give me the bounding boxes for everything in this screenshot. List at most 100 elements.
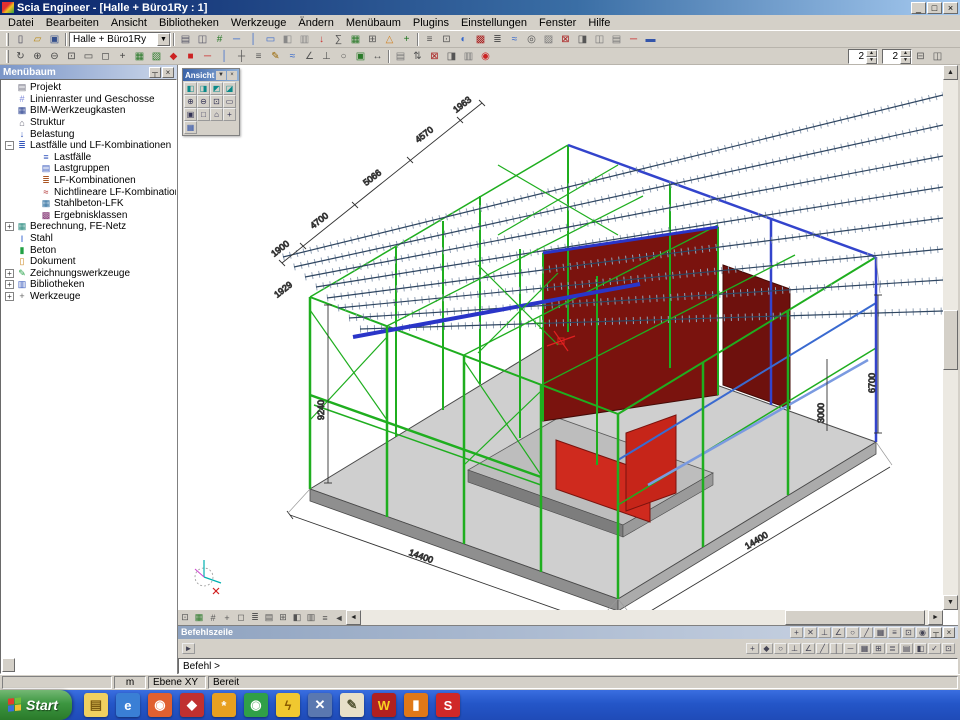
- selection-icon[interactable]: ⊡: [438, 32, 455, 47]
- perp-icon[interactable]: ⊥: [318, 49, 335, 64]
- media-player-icon[interactable]: ◆: [180, 693, 204, 717]
- layer-toggle-icon[interactable]: ▤: [262, 611, 276, 624]
- menu-item[interactable]: Werkzeuge: [225, 16, 292, 30]
- line-red-icon[interactable]: ─: [199, 49, 216, 64]
- scroll-left-icon[interactable]: ◄: [332, 611, 346, 624]
- command-input[interactable]: [178, 658, 958, 674]
- tree-item[interactable]: ▦ Stahlbeton-LFK: [2, 198, 176, 210]
- pin-icon[interactable]: ┬: [930, 627, 942, 638]
- pan-icon[interactable]: +: [114, 49, 131, 64]
- energy-icon[interactable]: ϟ: [276, 693, 300, 717]
- tree-item[interactable]: # Linienraster und Geschosse: [2, 94, 176, 106]
- maximize-button[interactable]: □: [927, 2, 942, 14]
- line-blue-icon[interactable]: │: [216, 49, 233, 64]
- spinner-arrows-icon[interactable]: ▲▼: [866, 50, 877, 63]
- view-axo-icon[interactable]: ◪: [223, 82, 236, 95]
- view-front-icon[interactable]: ◨: [197, 82, 210, 95]
- save-icon[interactable]: ▣: [46, 32, 63, 47]
- scia-engineer-icon[interactable]: S: [436, 693, 460, 717]
- filled-icon[interactable]: ▣: [352, 49, 369, 64]
- tree-item[interactable]: ▯ Dokument: [2, 256, 176, 268]
- clip-icon[interactable]: ⊠: [557, 32, 574, 47]
- menu-item[interactable]: Fenster: [533, 16, 582, 30]
- tree-item[interactable]: ↓ Belastung: [2, 128, 176, 140]
- spinner-arrows-icon[interactable]: ▲▼: [900, 50, 911, 63]
- snap-lines-icon[interactable]: ≡: [888, 627, 901, 638]
- menu-item[interactable]: Bearbeiten: [40, 16, 105, 30]
- beam-icon[interactable]: ─: [228, 32, 245, 47]
- collapse-icon[interactable]: ⊟: [912, 49, 929, 64]
- tree-item[interactable]: ▩ Ergebnisklassen: [2, 210, 176, 222]
- tree-item[interactable]: ≣ LF-Kombinationen: [2, 175, 176, 187]
- coord-angle-icon[interactable]: ∠: [802, 643, 815, 654]
- horizontal-scrollbar[interactable]: ◄ ►: [346, 610, 943, 625]
- coord-list-icon[interactable]: ≣: [886, 643, 899, 654]
- add-icon[interactable]: +: [398, 32, 415, 47]
- wall-icon[interactable]: ◧: [279, 32, 296, 47]
- open-folder-icon[interactable]: ▱: [29, 32, 46, 47]
- stack-toggle-icon[interactable]: ≡: [318, 611, 332, 624]
- menu-item[interactable]: Menübaum: [340, 16, 407, 30]
- snap-grid-icon[interactable]: ▦: [874, 627, 887, 638]
- coord-circle-icon[interactable]: ○: [774, 643, 787, 654]
- bluebar-icon[interactable]: ▬: [642, 32, 659, 47]
- table-icon[interactable]: ◫: [591, 32, 608, 47]
- window-icon[interactable]: ◫: [929, 49, 946, 64]
- scroll-right-icon[interactable]: ►: [928, 610, 943, 625]
- step-count-spinner[interactable]: 2 ▲▼: [882, 49, 912, 64]
- edit-icon[interactable]: ✎: [267, 49, 284, 64]
- snap-angle-icon[interactable]: ∠: [832, 627, 845, 638]
- coord-hline-icon[interactable]: ─: [844, 643, 857, 654]
- sheet-icon[interactable]: ▤: [392, 49, 409, 64]
- snap-cross-icon[interactable]: +: [790, 627, 803, 638]
- toolbar-grip[interactable]: [6, 50, 9, 63]
- tools-icon[interactable]: ✕: [308, 693, 332, 717]
- close-button[interactable]: ×: [943, 2, 958, 14]
- column-icon[interactable]: │: [245, 32, 262, 47]
- delete-icon[interactable]: ⊠: [426, 49, 443, 64]
- pin-icon[interactable]: ┬: [149, 67, 161, 78]
- curve-icon[interactable]: ≈: [284, 49, 301, 64]
- updown-icon[interactable]: ⇅: [409, 49, 426, 64]
- grid2-toggle-icon[interactable]: ▥: [304, 611, 318, 624]
- angle-icon[interactable]: ∠: [301, 49, 318, 64]
- zoom-all-icon[interactable]: ▭: [223, 95, 236, 108]
- winamp-icon[interactable]: W: [372, 693, 396, 717]
- render-icon[interactable]: ◐: [455, 32, 472, 47]
- tree-item[interactable]: ≣ Lastfälle und LF-Kombinationen: [2, 140, 176, 152]
- section-icon[interactable]: ◨: [574, 32, 591, 47]
- tree-item[interactable]: + Werkzeuge: [2, 291, 176, 303]
- fit-icon[interactable]: ↔: [369, 49, 386, 64]
- start-button[interactable]: Start: [0, 690, 72, 720]
- zoom-minus-icon[interactable]: ⊖: [197, 95, 210, 108]
- model-3d-view[interactable]: 1963 4570 5066 4700 1900 1929 9240 670: [178, 65, 943, 610]
- tree-item[interactable]: ▦ BIM-Werkzeugkasten: [2, 105, 176, 117]
- scroll-thumb[interactable]: [943, 310, 958, 370]
- zoom-in-icon[interactable]: ⊕: [29, 49, 46, 64]
- axis-toggle-icon[interactable]: +: [220, 611, 234, 624]
- box-toggle-icon[interactable]: ◻: [234, 611, 248, 624]
- point-icon[interactable]: ■: [182, 49, 199, 64]
- target-icon[interactable]: ◎: [523, 32, 540, 47]
- zoom-all-icon[interactable]: ▭: [80, 49, 97, 64]
- hatch2-icon[interactable]: ▧: [148, 49, 165, 64]
- list-icon[interactable]: ≣: [489, 32, 506, 47]
- settings-icon[interactable]: *: [212, 693, 236, 717]
- run-command-icon[interactable]: ►: [182, 643, 195, 654]
- new-document-icon[interactable]: ▯: [12, 32, 29, 47]
- menu-item[interactable]: Plugins: [407, 16, 455, 30]
- stack-icon[interactable]: ≡: [250, 49, 267, 64]
- expand-toggle-icon[interactable]: [5, 292, 14, 301]
- wire-icon[interactable]: □: [197, 108, 210, 121]
- grid-toggle-icon[interactable]: #: [206, 611, 220, 624]
- expand-toggle-icon[interactable]: [5, 222, 14, 231]
- menu-item[interactable]: Ändern: [292, 16, 339, 30]
- scroll-thumb[interactable]: [785, 610, 925, 625]
- pencil-icon[interactable]: ✎: [340, 693, 364, 717]
- half-icon[interactable]: ◨: [443, 49, 460, 64]
- sum-icon[interactable]: ∑: [330, 32, 347, 47]
- move-view-icon[interactable]: +: [223, 108, 236, 121]
- snap-circle-icon[interactable]: ○: [846, 627, 859, 638]
- coord-sheet-icon[interactable]: ▤: [900, 643, 913, 654]
- snap-diag-icon[interactable]: ╱: [860, 627, 873, 638]
